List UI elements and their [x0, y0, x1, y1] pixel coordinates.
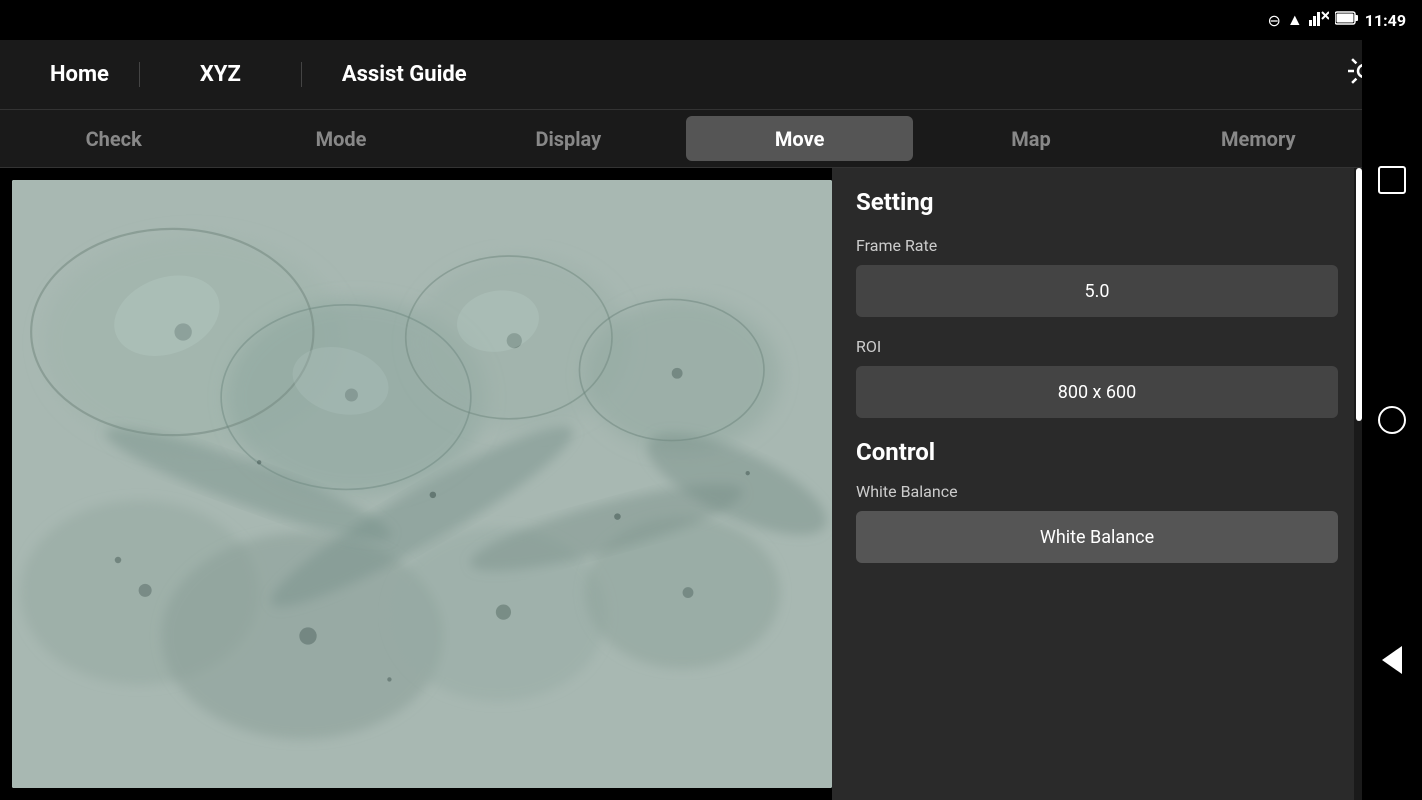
- status-time: 11:49: [1365, 11, 1406, 30]
- setting-title: Setting: [856, 188, 1338, 216]
- white-balance-button[interactable]: White Balance: [856, 511, 1338, 563]
- roi-value[interactable]: 800 x 600: [856, 366, 1338, 418]
- right-panel: Setting Frame Rate 5.0 ROI 800 x 600 Con…: [832, 168, 1362, 800]
- roi-label: ROI: [856, 337, 1338, 356]
- tab-bar: Check Mode Display Move Map Memory: [0, 110, 1422, 168]
- nav-xyz-button[interactable]: XYZ: [139, 62, 302, 87]
- status-bar: ⊖ ▲ 11:49: [0, 0, 1422, 40]
- frame-rate-value[interactable]: 5.0: [856, 265, 1338, 317]
- back-button[interactable]: [1374, 642, 1410, 678]
- status-icons: ⊖ ▲ 11:49: [1268, 10, 1406, 30]
- tab-display[interactable]: Display: [455, 110, 682, 167]
- do-not-disturb-icon: ⊖: [1268, 11, 1281, 30]
- microscope-image: [12, 180, 832, 788]
- signal-x-icon: [1309, 10, 1329, 30]
- frame-rate-label: Frame Rate: [856, 236, 1338, 255]
- tab-memory[interactable]: Memory: [1145, 110, 1372, 167]
- main-content: Setting Frame Rate 5.0 ROI 800 x 600 Con…: [0, 168, 1422, 800]
- home-button[interactable]: [1374, 402, 1410, 438]
- recent-apps-icon: [1378, 166, 1406, 194]
- tab-mode[interactable]: Mode: [227, 110, 454, 167]
- top-nav: Home XYZ Assist Guide: [0, 40, 1422, 110]
- tab-check[interactable]: Check: [0, 110, 227, 167]
- tab-move[interactable]: Move: [686, 116, 913, 161]
- control-title: Control: [856, 438, 1338, 466]
- system-buttons: [1362, 40, 1422, 800]
- tab-map[interactable]: Map: [917, 110, 1144, 167]
- back-icon: [1382, 646, 1402, 674]
- camera-view: [12, 180, 832, 788]
- white-balance-label: White Balance: [856, 482, 1338, 501]
- home-icon: [1378, 406, 1406, 434]
- wifi-icon: ▲: [1287, 10, 1303, 30]
- scroll-track[interactable]: [1354, 168, 1362, 800]
- nav-home-button[interactable]: Home: [20, 62, 139, 87]
- recent-apps-button[interactable]: [1374, 162, 1410, 198]
- battery-icon: [1335, 11, 1359, 29]
- nav-assist-button[interactable]: Assist Guide: [302, 62, 1346, 87]
